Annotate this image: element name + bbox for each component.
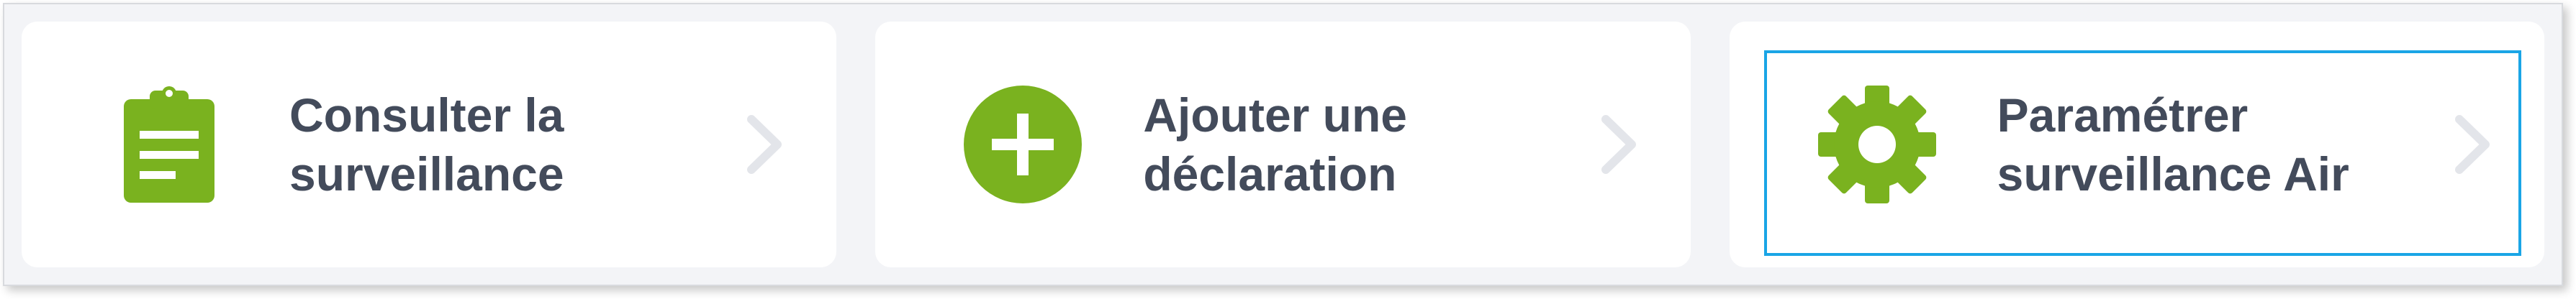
chevron-right-icon — [743, 112, 786, 177]
action-panel: Consulter la surveillance Ajouter une dé… — [3, 3, 2563, 286]
add-declaration-card[interactable]: Ajouter une déclaration — [875, 22, 1691, 267]
card-label-line2: surveillance Air — [1997, 147, 2349, 201]
clipboard-icon — [108, 83, 230, 206]
chevron-right-icon — [1597, 112, 1640, 177]
card-label: Ajouter une déclaration — [1143, 86, 1546, 203]
card-label-line1: Consulter la — [289, 88, 564, 142]
plus-circle-icon — [962, 83, 1084, 206]
action-cards: Consulter la surveillance Ajouter une dé… — [22, 22, 2544, 267]
card-label-line2: surveillance — [289, 147, 564, 201]
consult-surveillance-card[interactable]: Consulter la surveillance — [22, 22, 837, 267]
card-label-line1: Paramétrer — [1997, 88, 2249, 142]
gear-icon — [1816, 83, 1938, 206]
card-label-line1: Ajouter une — [1143, 88, 1408, 142]
air-surveillance-settings-card[interactable]: Paramétrer surveillance Air — [1729, 22, 2544, 267]
card-label: Consulter la surveillance — [289, 86, 692, 203]
card-label-line2: déclaration — [1143, 147, 1397, 201]
card-label: Paramétrer surveillance Air — [1997, 86, 2400, 203]
chevron-right-icon — [2451, 112, 2494, 177]
